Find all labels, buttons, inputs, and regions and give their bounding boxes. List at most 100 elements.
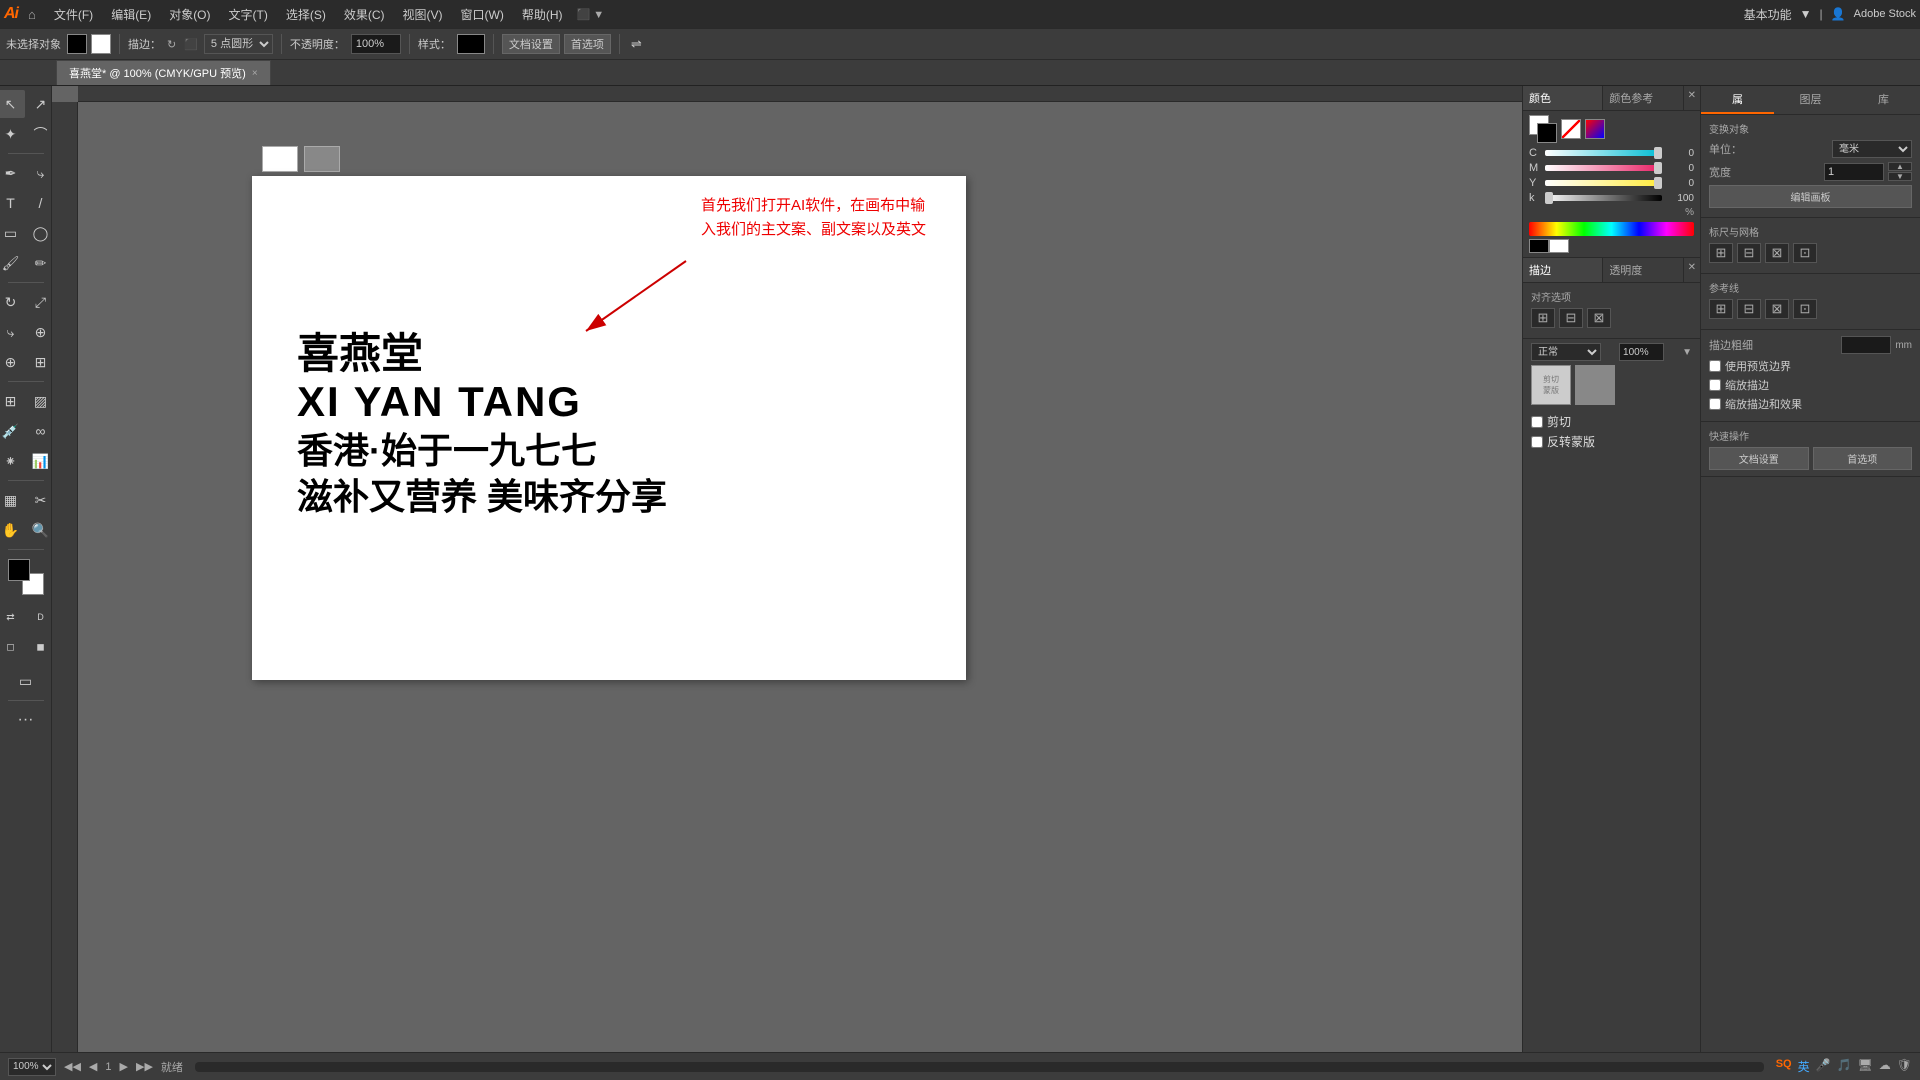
text-subtitle1[interactable]: 香港·始于一九七七 [297, 428, 667, 475]
clip-checkbox[interactable] [1531, 416, 1543, 428]
lasso-tool[interactable]: ⌒ [27, 120, 55, 148]
adobe-stock-link[interactable]: Adobe Stock [1854, 8, 1916, 20]
width-input[interactable] [1824, 163, 1884, 181]
k-slider[interactable] [1545, 195, 1662, 201]
m-slider[interactable] [1545, 165, 1662, 171]
unit-select[interactable]: 毫米 [1832, 140, 1912, 158]
guides-show-btn[interactable]: ⊠ [1765, 243, 1789, 263]
gradient-swatch[interactable] [1585, 119, 1605, 139]
text-main-chinese[interactable]: 喜燕堂 [297, 331, 667, 377]
foreground-color-box[interactable] [8, 559, 30, 581]
scale-tool[interactable]: ⤢ [27, 288, 55, 316]
stroke-swatch[interactable] [91, 34, 111, 54]
magic-wand-tool[interactable]: ✦ [0, 120, 25, 148]
ruler-show-btn[interactable]: ⊞ [1709, 243, 1733, 263]
screen-icon[interactable]: 🖥 [1858, 1058, 1873, 1075]
type-tool[interactable]: T [0, 189, 25, 217]
pencil-tool[interactable]: ✏ [27, 249, 55, 277]
free-transform-tool[interactable]: ⊕ [27, 318, 55, 346]
shape-builder-tool[interactable]: ⊕ [0, 348, 25, 376]
style-swatch[interactable] [457, 34, 485, 54]
menu-select[interactable]: 选择(S) [278, 4, 334, 25]
workspace-dropdown-icon[interactable]: ▼ [1800, 7, 1812, 21]
panel-close-btn[interactable]: ✕ [1684, 86, 1700, 110]
scroll-bar[interactable] [195, 1062, 1764, 1072]
gradient-tool[interactable]: ▨ [27, 387, 55, 415]
workspace-label[interactable]: 基本功能 [1744, 6, 1792, 23]
menu-file[interactable]: 文件(F) [46, 4, 101, 25]
blend-tool[interactable]: ∞ [27, 417, 55, 445]
arrange-btn[interactable]: ⇌ [628, 36, 645, 52]
guide-btn-2[interactable]: ⊟ [1737, 299, 1761, 319]
document-tab[interactable]: 喜燕堂* @ 100% (CMYK/GPU 预览) × [56, 60, 271, 85]
artboard-tool[interactable]: ▦ [0, 486, 25, 514]
menu-window[interactable]: 窗口(W) [453, 4, 512, 25]
grid-show-btn[interactable]: ⊟ [1737, 243, 1761, 263]
eyedropper-tool[interactable]: 💉 [0, 417, 25, 445]
properties-tab-layers[interactable]: 图层 [1774, 86, 1847, 114]
doc-setup-btn[interactable]: 文档设置 [502, 34, 560, 54]
warp-tool[interactable]: ⤷ [0, 318, 25, 346]
curvature-tool[interactable]: ⤷ [27, 159, 55, 187]
text-subtitle2[interactable]: 滋补又营养 美味齐分享 [297, 474, 667, 521]
black-swatch-small[interactable] [1529, 239, 1549, 253]
canvas-area[interactable]: 首先我们打开AI软件，在画布中输 入我们的主文案、副文案以及英文 喜燕堂 XI … [52, 86, 1522, 1052]
menu-effect[interactable]: 效果(C) [336, 4, 393, 25]
align-left-btn[interactable]: ⊞ [1531, 308, 1555, 328]
music-icon[interactable]: 🎵 [1837, 1058, 1852, 1075]
screen-mode-btn[interactable]: ▭ [12, 667, 40, 695]
home-icon[interactable]: ⌂ [28, 7, 36, 22]
snap-btn[interactable]: ⊡ [1793, 243, 1817, 263]
security-icon[interactable]: 🛡 [1897, 1058, 1912, 1075]
draw-mode-normal[interactable]: ◻ [0, 633, 25, 661]
fill-swatch[interactable] [67, 34, 87, 54]
white-swatch-small[interactable] [1549, 239, 1569, 253]
mic-icon[interactable]: 🎤 [1816, 1058, 1831, 1075]
menu-help[interactable]: 帮助(H) [514, 4, 571, 25]
color-spectrum-bar[interactable] [1529, 222, 1694, 236]
hand-tool[interactable]: ✋ [0, 516, 25, 544]
width-down-btn[interactable]: ▼ [1888, 172, 1912, 181]
edit-artboard-btn[interactable]: 编辑画板 [1709, 185, 1912, 208]
direct-select-tool[interactable]: ↗ [27, 90, 55, 118]
preferences-btn[interactable]: 首选项 [564, 34, 611, 54]
use-preview-bounds-checkbox[interactable] [1709, 360, 1721, 372]
chart-tool[interactable]: 📊 [27, 447, 55, 475]
c-slider[interactable] [1545, 150, 1662, 156]
zoom-select[interactable]: 100% [8, 1058, 56, 1076]
none-swatch[interactable] [1561, 119, 1581, 139]
stroke-size-select[interactable]: 5 点圆形 [204, 34, 273, 54]
default-colors[interactable]: D [27, 603, 55, 631]
opacity-input[interactable] [351, 34, 401, 54]
quick-preferences-btn[interactable]: 首选项 [1813, 447, 1913, 470]
menu-edit[interactable]: 编辑(E) [103, 4, 159, 25]
paintbrush-tool[interactable]: 🖌 [0, 249, 25, 277]
input-method-icon[interactable]: 英 [1798, 1058, 1810, 1075]
ellipse-tool[interactable]: ◯ [27, 219, 55, 247]
perspective-tool[interactable]: ⊞ [27, 348, 55, 376]
menu-object[interactable]: 对象(O) [161, 4, 218, 25]
width-up-btn[interactable]: ▲ [1888, 162, 1912, 171]
invert-checkbox[interactable] [1531, 436, 1543, 448]
line-segment-tool[interactable]: / [27, 189, 55, 217]
stroke-dropdown-label[interactable]: ⬛ [184, 38, 198, 51]
stroke-tab[interactable]: 描边 [1523, 258, 1603, 282]
workspace-mode-icon[interactable]: ⬛ ▼ [577, 8, 605, 21]
mesh-tool[interactable]: ⊞ [0, 387, 25, 415]
text-main-english[interactable]: XI YAN TANG [297, 377, 667, 427]
user-icon[interactable]: 👤 [1831, 7, 1846, 21]
blend-mode-select[interactable]: 正常 [1531, 343, 1601, 361]
transparency-tab[interactable]: 透明度 [1603, 258, 1683, 282]
y-slider[interactable] [1545, 180, 1662, 186]
opacity-input-transp[interactable] [1619, 343, 1664, 361]
properties-tab-libraries[interactable]: 库 [1847, 86, 1920, 114]
swatch-gray[interactable] [304, 146, 340, 172]
rectangle-tool[interactable]: ▭ [0, 219, 25, 247]
symbol-sprayer-tool[interactable]: ⁕ [0, 447, 25, 475]
page-nav-next-last[interactable]: ▶▶ [136, 1060, 153, 1073]
more-tools[interactable]: ··· [12, 706, 40, 734]
menu-view[interactable]: 视图(V) [395, 4, 451, 25]
stroke-width-input[interactable]: 0.3528 [1841, 336, 1891, 354]
selection-tool[interactable]: ↖ [0, 90, 25, 118]
scale-effects-checkbox[interactable] [1709, 398, 1721, 410]
